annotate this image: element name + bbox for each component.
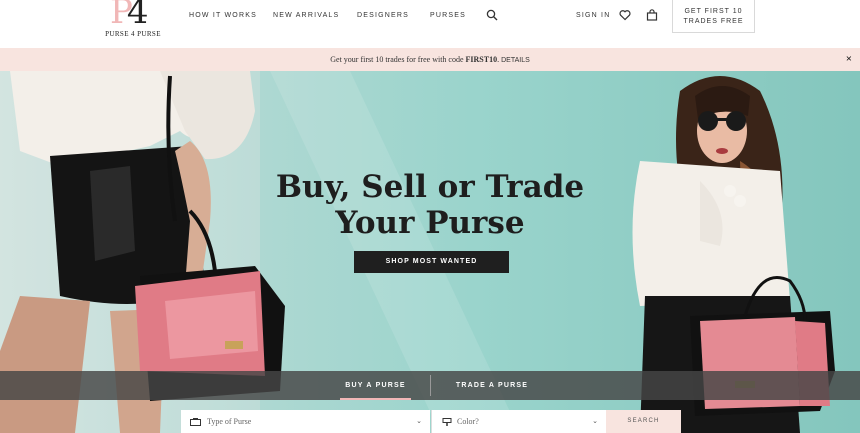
color-icon — [442, 418, 452, 426]
color-placeholder: Color? — [457, 417, 479, 426]
nav-how-it-works[interactable]: HOW IT WORKS — [189, 12, 257, 19]
color-select[interactable]: Color? ⌄ — [431, 410, 606, 433]
logo-wordmark: PURSE 4 PURSE — [105, 30, 161, 38]
tab-trade-a-purse[interactable]: TRADE A PURSE — [452, 371, 532, 400]
promo-code: FIRST10 — [465, 55, 498, 64]
heart-icon[interactable] — [619, 9, 631, 21]
get-free-trades-button[interactable]: GET FIRST 10 TRADES FREE — [672, 0, 755, 33]
search-icon[interactable] — [486, 9, 498, 21]
purse-type-icon — [190, 418, 201, 426]
purse-type-placeholder: Type of Purse — [207, 417, 252, 426]
purse-type-select[interactable]: Type of Purse ⌄ — [181, 410, 430, 433]
hero-title-line-1: Buy, Sell or Trade — [275, 169, 585, 205]
hero-title-line-2: Your Purse — [335, 205, 525, 241]
search-button[interactable]: SEARCH — [606, 410, 681, 433]
nav-new-arrivals[interactable]: NEW ARRIVALS — [273, 12, 339, 19]
nav-designers[interactable]: DESIGNERS — [357, 12, 409, 19]
shop-most-wanted-button[interactable]: SHOP MOST WANTED — [354, 251, 509, 273]
sign-in-link[interactable]: SIGN IN — [576, 12, 610, 19]
chevron-down-icon: ⌄ — [592, 417, 598, 425]
site-header: P4 PURSE 4 PURSE HOW IT WORKS NEW ARRIVA… — [0, 0, 860, 48]
site-logo[interactable]: P4 PURSE 4 PURSE — [104, 0, 162, 44]
nav-purses[interactable]: PURSES — [430, 12, 466, 19]
buy-trade-tabbar: BUY A PURSE TRADE A PURSE — [0, 371, 860, 400]
logo-mark: P4 — [110, 0, 148, 32]
cta-line-2: TRADES FREE — [683, 18, 744, 25]
promo-banner: Get your first 10 trades for free with c… — [0, 48, 860, 71]
tab-divider — [430, 375, 431, 396]
chevron-down-icon: ⌄ — [416, 417, 422, 425]
cta-line-1: GET FIRST 10 — [684, 8, 743, 15]
promo-details-link[interactable]: DETAILS — [501, 57, 530, 64]
purse-search-form: Type of Purse ⌄ Color? ⌄ SEARCH — [0, 410, 860, 433]
bag-icon[interactable] — [646, 9, 658, 21]
promo-text: Get your first 10 trades for free with c… — [330, 55, 466, 64]
hero-title: Buy, Sell or Trade Your Purse — [260, 169, 600, 241]
tab-buy-a-purse[interactable]: BUY A PURSE — [340, 371, 411, 400]
close-icon[interactable]: × — [846, 48, 852, 71]
